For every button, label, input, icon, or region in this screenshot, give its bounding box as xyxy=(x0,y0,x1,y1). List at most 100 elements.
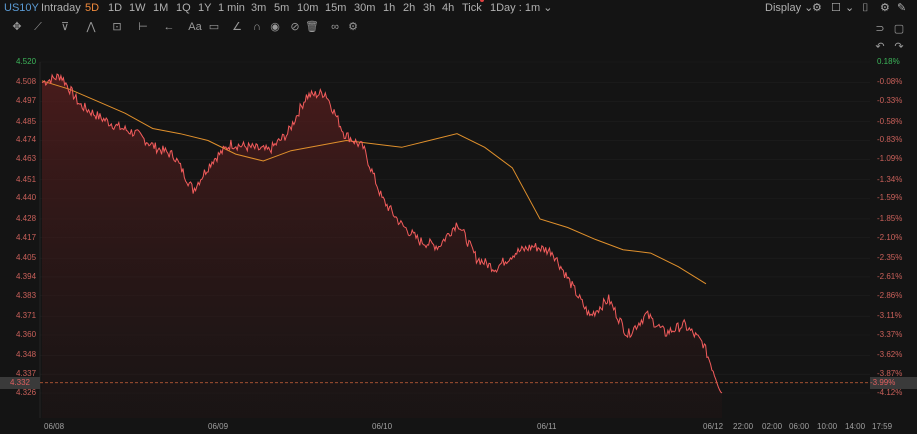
pct-tick-label: -2.61% xyxy=(877,271,903,281)
layout-icon[interactable]: ☐ xyxy=(831,1,841,16)
y-tick-label: 4.383 xyxy=(16,290,37,300)
y-tick-label: 4.394 xyxy=(16,271,37,281)
x-tick-label: 06/12 xyxy=(703,422,724,431)
tf-1q[interactable]: 1Q xyxy=(176,1,191,16)
text-tool-icon[interactable]: Aa xyxy=(188,20,202,34)
pct-tick-label: -2.86% xyxy=(877,290,903,300)
pct-tick-label: -3.62% xyxy=(877,350,903,360)
trash-icon[interactable]: 🗑 xyxy=(305,20,319,34)
tf-15m[interactable]: 15m xyxy=(325,1,346,16)
x-tick-label: 02:00 xyxy=(762,422,783,431)
y-tick-label: 4.428 xyxy=(16,213,37,223)
tf-1w[interactable]: 1W xyxy=(129,1,146,16)
x-tick-label: 14:00 xyxy=(845,422,866,431)
reset-icon[interactable]: ⊃ xyxy=(873,22,887,36)
gear-icon[interactable]: ⚙ xyxy=(880,1,890,16)
tf-1m[interactable]: 1M xyxy=(153,1,168,16)
y-tick-label: 4.405 xyxy=(16,253,37,263)
move-icon[interactable]: ✥ xyxy=(10,20,24,34)
pct-tick-label: -2.35% xyxy=(877,253,903,263)
magnet-icon[interactable]: ∩ xyxy=(250,20,264,34)
brush-icon[interactable]: ∠ xyxy=(230,20,244,34)
tf-30m[interactable]: 30m xyxy=(354,1,375,16)
y-tick-label: 4.451 xyxy=(16,174,37,184)
pct-tick-label: -0.08% xyxy=(877,77,903,87)
top-toolbar: US10Y Intraday 5D 1D 1W 1M 1Q 1Y 1 min 3… xyxy=(0,0,917,17)
tf-1y[interactable]: 1Y xyxy=(198,1,211,16)
price-area xyxy=(42,74,722,418)
x-tick-label: 22:00 xyxy=(733,422,754,431)
notification-dot xyxy=(480,0,484,2)
y-tick-label: 4.508 xyxy=(16,77,37,87)
x-tick-label: 06/09 xyxy=(208,422,229,431)
tf-intraday[interactable]: Intraday xyxy=(41,1,81,16)
tf-1min[interactable]: 1 min xyxy=(218,1,245,16)
pct-tick-label: -1.59% xyxy=(877,193,903,203)
pct-tick-label: -2.10% xyxy=(877,232,903,242)
y-tick-label: 4.497 xyxy=(16,96,37,106)
expand-icon[interactable]: ▢ xyxy=(892,22,906,36)
pct-tick-label: -3.11% xyxy=(877,311,902,321)
y-tick-label: 4.417 xyxy=(16,232,37,242)
y-tick-label: 4.440 xyxy=(16,193,37,203)
tf-3h[interactable]: 3h xyxy=(423,1,435,16)
hide-icon[interactable]: ⊘ xyxy=(288,20,302,34)
pattern-tool-icon[interactable]: ⋀ xyxy=(84,20,98,34)
tf-5d[interactable]: 5D xyxy=(85,1,99,16)
x-tick-label: 10:00 xyxy=(817,422,838,431)
pct-tick-label: -1.09% xyxy=(877,154,903,164)
chevron-down-icon[interactable]: ⌄ xyxy=(845,1,854,16)
chevron-down-icon: ⌄ xyxy=(543,2,553,14)
note-icon[interactable]: ▭ xyxy=(207,20,221,34)
y-tick-label: 4.520 xyxy=(16,57,37,66)
pct-tick-label: -1.85% xyxy=(877,213,903,223)
pct-tick-label: -3.37% xyxy=(877,329,903,339)
current-pct-tag: -3.99% xyxy=(870,377,917,389)
tf-2h[interactable]: 2h xyxy=(403,1,415,16)
settings-icon[interactable]: ⚙ xyxy=(346,20,360,34)
arrow-tool-icon[interactable]: ← xyxy=(162,20,176,34)
camera-icon[interactable]: ⌷ xyxy=(862,1,869,16)
drawing-toolbar: ✥ ⟋ ⊽ ⋀ ⊡ ⊢ ← Aa ▭ ∠ ∩ ◉ ⊘ 🗑 ∞ ⚙ ↶ ↷ ⊃ ▢ xyxy=(0,18,917,53)
y-tick-label: 4.326 xyxy=(16,388,37,397)
y-tick-label: 4.348 xyxy=(16,350,37,360)
display-label: Display xyxy=(765,2,802,14)
pencil-icon[interactable]: ✎ xyxy=(897,1,906,16)
pct-tick-label: -0.58% xyxy=(877,116,903,126)
y-tick-label: 4.485 xyxy=(16,116,37,126)
line-tool-icon[interactable]: ⟋ xyxy=(31,20,45,34)
x-tick-label: 06/10 xyxy=(372,422,393,431)
x-tick-label: 17:59 xyxy=(872,422,893,431)
x-tick-label: 06/11 xyxy=(537,422,557,431)
pct-tick-label: 0.18% xyxy=(877,57,900,66)
tf-tick[interactable]: Tick xyxy=(462,1,482,16)
tf-5m[interactable]: 5m xyxy=(274,1,289,16)
tf-1h[interactable]: 1h xyxy=(383,1,395,16)
interval-dropdown[interactable]: 1Day : 1m ⌄ xyxy=(490,1,552,16)
pct-tick-label: -0.83% xyxy=(877,135,903,145)
y-tick-label: 4.371 xyxy=(16,311,37,321)
fib-tool-icon[interactable]: ⊽ xyxy=(58,20,72,34)
x-tick-label: 06:00 xyxy=(789,422,810,431)
tf-10m[interactable]: 10m xyxy=(297,1,318,16)
interval-label: 1Day : 1m xyxy=(490,2,541,14)
pct-tick-label: -4.12% xyxy=(877,388,903,397)
eye-icon[interactable]: ◉ xyxy=(268,20,282,34)
symbol-label[interactable]: US10Y xyxy=(4,1,39,16)
range-tool-icon[interactable]: ⊢ xyxy=(136,20,150,34)
tf-1d[interactable]: 1D xyxy=(108,1,122,16)
pct-tick-label: -0.33% xyxy=(877,96,903,106)
y-tick-label: 4.360 xyxy=(16,329,37,339)
gear-icon[interactable]: ⚙ xyxy=(812,1,822,16)
price-chart[interactable] xyxy=(0,38,917,434)
display-dropdown[interactable]: Display ⌄ xyxy=(765,1,813,16)
current-price-tag: 4.332 xyxy=(0,377,40,389)
measure-tool-icon[interactable]: ⊡ xyxy=(110,20,124,34)
x-tick-label: 06/08 xyxy=(44,422,65,431)
tf-4h[interactable]: 4h xyxy=(442,1,454,16)
link-icon[interactable]: ∞ xyxy=(328,20,342,34)
y-tick-label: 4.474 xyxy=(16,135,37,145)
pct-tick-label: -1.34% xyxy=(877,174,903,184)
y-tick-label: 4.463 xyxy=(16,154,37,164)
tf-3m[interactable]: 3m xyxy=(251,1,266,16)
